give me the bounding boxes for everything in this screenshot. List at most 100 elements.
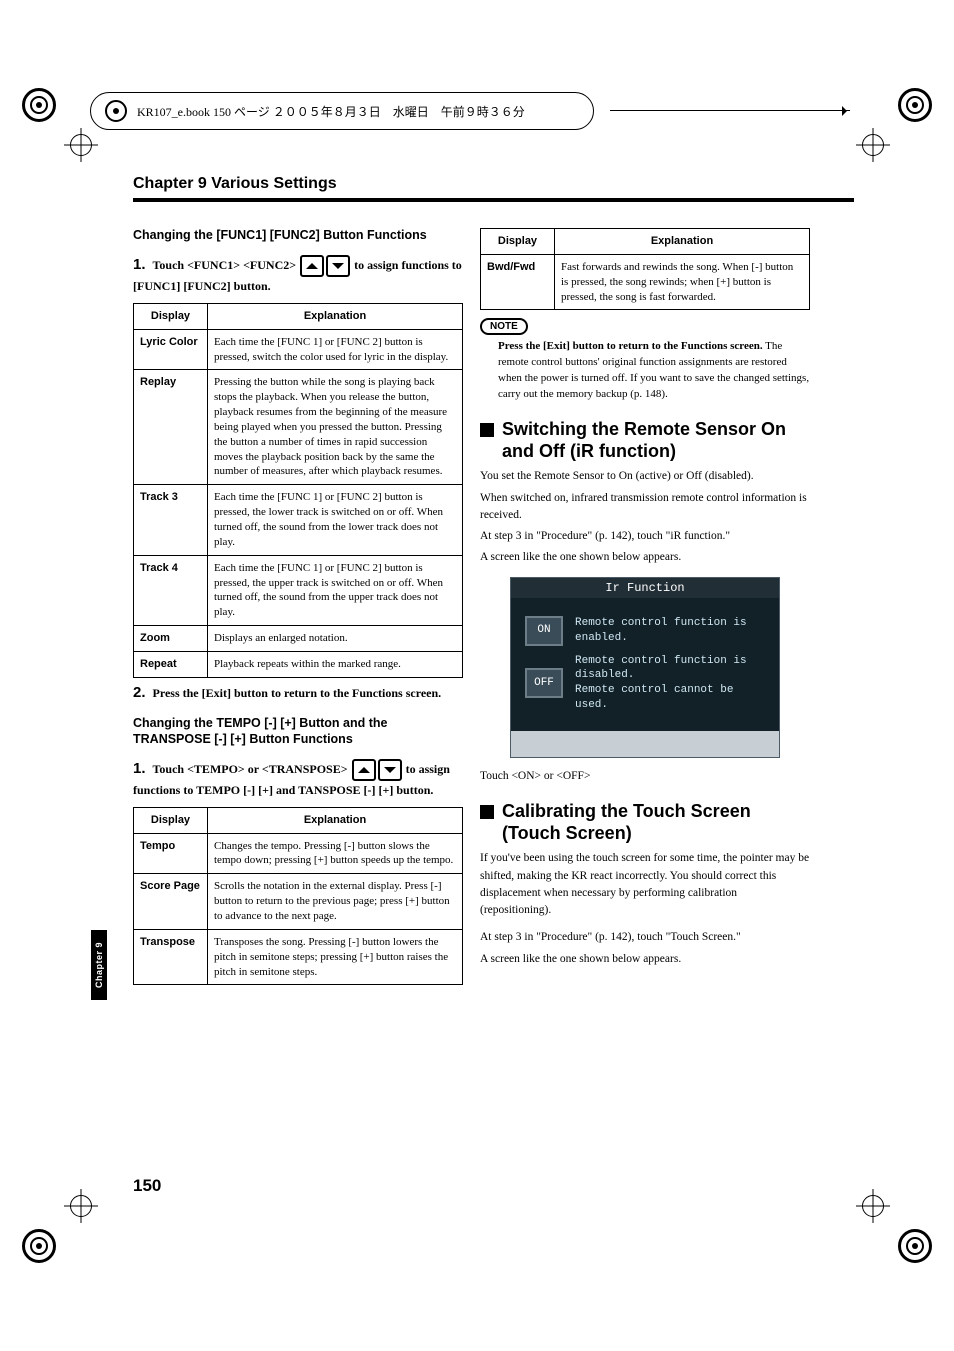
- on-button[interactable]: ON: [525, 616, 563, 646]
- cell-key: Bwd/Fwd: [481, 254, 555, 310]
- cell-key: Score Page: [134, 874, 208, 930]
- cell-val: Displays an enlarged notation.: [208, 626, 463, 652]
- step-number: 1.: [133, 256, 146, 273]
- cell-key: Track 4: [134, 555, 208, 625]
- cell-val: Playback repeats within the marked range…: [208, 651, 463, 677]
- crop-mark-icon: [856, 1189, 890, 1223]
- cell-key: Repeat: [134, 651, 208, 677]
- body-text: You set the Remote Sensor to On (active)…: [480, 468, 810, 485]
- section-touch-screen: Calibrating the Touch Screen (Touch Scre…: [480, 801, 810, 844]
- table-header-row: Display Explanation: [481, 229, 810, 255]
- square-bullet-icon: [480, 805, 494, 819]
- cell-key: Transpose: [134, 929, 208, 985]
- body-text: A screen like the one shown below appear…: [480, 951, 810, 968]
- table-header-row: Display Explanation: [134, 807, 463, 833]
- cell-val: Pressing the button while the song is pl…: [208, 370, 463, 485]
- step-text: Touch <FUNC1> <FUNC2>: [153, 258, 297, 272]
- body-text: If you've been using the touch screen fo…: [480, 850, 810, 919]
- screen-title: Ir Function: [511, 578, 779, 598]
- screen-panel: ON Remote control function is enabled. O…: [511, 598, 779, 731]
- body-text: At step 3 in "Procedure" (p. 142), touch…: [480, 929, 810, 946]
- cell-key: Replay: [134, 370, 208, 485]
- table-row: ZoomDisplays an enlarged notation.: [134, 626, 463, 652]
- section-ir-function: Switching the Remote Sensor On and Off (…: [480, 419, 810, 462]
- cell-key: Zoom: [134, 626, 208, 652]
- cell-val: Changes the tempo. Pressing [-] button s…: [208, 833, 463, 874]
- cell-key: Tempo: [134, 833, 208, 874]
- arrow-up-icon: [300, 255, 324, 277]
- cell-val: Each time the [FUNC 1] or [FUNC 2] butto…: [208, 329, 463, 370]
- screen-row-on: ON Remote control function is enabled.: [525, 616, 765, 646]
- ir-function-screen: Ir Function ON Remote control function i…: [510, 577, 780, 758]
- left-column: Changing the [FUNC1] [FUNC2] Button Func…: [133, 220, 463, 989]
- screen-row-off: OFF Remote control function is disabled.…: [525, 654, 765, 713]
- table-row: Bwd/FwdFast forwards and rewinds the son…: [481, 254, 810, 310]
- cell-val: Scrolls the notation in the external dis…: [208, 874, 463, 930]
- cell-val: Each time the [FUNC 1] or [FUNC 2] butto…: [208, 485, 463, 555]
- th-explanation: Explanation: [208, 303, 463, 329]
- table-row: TransposeTransposes the song. Pressing […: [134, 929, 463, 985]
- note-label: NOTE: [480, 318, 528, 335]
- square-bullet-icon: [480, 423, 494, 437]
- arrow-up-icon: [352, 759, 376, 781]
- chapter-rule: [133, 198, 854, 202]
- arrow-down-icon: [378, 759, 402, 781]
- body-text: At step 3 in "Procedure" (p. 142), touch…: [480, 528, 810, 545]
- cell-val: Fast forwards and rewinds the song. When…: [555, 254, 810, 310]
- cell-val: Each time the [FUNC 1] or [FUNC 2] butto…: [208, 555, 463, 625]
- header-arrow-icon: [610, 110, 850, 111]
- arrow-down-icon: [326, 255, 350, 277]
- step-2-func: 2. Press the [Exit] button to return to …: [133, 682, 463, 705]
- crop-mark-icon: [64, 128, 98, 162]
- table-header-row: Display Explanation: [134, 303, 463, 329]
- registration-mark-icon: [898, 88, 932, 122]
- table-row: Lyric ColorEach time the [FUNC 1] or [FU…: [134, 329, 463, 370]
- registration-mark-icon: [22, 1229, 56, 1263]
- prepress-header: KR107_e.book 150 ページ ２００５年８月３日 水曜日 午前９時３…: [90, 92, 594, 130]
- step-text: Touch <TEMPO> or <TRANSPOSE>: [153, 762, 348, 776]
- chapter-title: Chapter 9 Various Settings: [133, 175, 337, 193]
- table-row: RepeatPlayback repeats within the marked…: [134, 651, 463, 677]
- th-display: Display: [134, 807, 208, 833]
- table-row: Track 3Each time the [FUNC 1] or [FUNC 2…: [134, 485, 463, 555]
- table-tempo-transpose: Display Explanation TempoChanges the tem…: [133, 807, 463, 986]
- step-1-tempo: 1. Touch <TEMPO> or <TRANSPOSE> to assig…: [133, 758, 463, 799]
- table-row: Score PageScrolls the notation in the ex…: [134, 874, 463, 930]
- side-tab: Chapter 9: [91, 930, 107, 1000]
- crop-mark-icon: [856, 128, 890, 162]
- page-number: 150: [133, 1176, 161, 1196]
- off-text: Remote control function is disabled. Rem…: [575, 654, 765, 713]
- section-title: Calibrating the Touch Screen (Touch Scre…: [502, 801, 810, 844]
- note-lead: Press the [Exit] button to return to the…: [498, 340, 763, 352]
- th-display: Display: [481, 229, 555, 255]
- off-button[interactable]: OFF: [525, 668, 563, 698]
- target-icon: [105, 100, 127, 122]
- section-title: Switching the Remote Sensor On and Off (…: [502, 419, 810, 462]
- table-bwd-fwd: Display Explanation Bwd/FwdFast forwards…: [480, 228, 810, 310]
- cell-val: Transposes the song. Pressing [-] button…: [208, 929, 463, 985]
- note-body: Press the [Exit] button to return to the…: [498, 339, 810, 403]
- on-text: Remote control function is enabled.: [575, 616, 765, 646]
- step-number: 2.: [133, 684, 146, 701]
- subhead-tempo-transpose: Changing the TEMPO [-] [+] Button and th…: [133, 716, 463, 747]
- cell-key: Track 3: [134, 485, 208, 555]
- cell-key: Lyric Color: [134, 329, 208, 370]
- table-row: Track 4Each time the [FUNC 1] or [FUNC 2…: [134, 555, 463, 625]
- body-text: Touch <ON> or <OFF>: [480, 768, 810, 785]
- registration-mark-icon: [22, 88, 56, 122]
- table-row: TempoChanges the tempo. Pressing [-] but…: [134, 833, 463, 874]
- crop-mark-icon: [64, 1189, 98, 1223]
- th-explanation: Explanation: [208, 807, 463, 833]
- table-func-buttons: Display Explanation Lyric ColorEach time…: [133, 303, 463, 678]
- subhead-func-buttons: Changing the [FUNC1] [FUNC2] Button Func…: [133, 228, 463, 244]
- body-text: When switched on, infrared transmission …: [480, 490, 810, 525]
- th-explanation: Explanation: [555, 229, 810, 255]
- prepress-header-text: KR107_e.book 150 ページ ２００５年８月３日 水曜日 午前９時３…: [137, 103, 525, 120]
- step-number: 1.: [133, 760, 146, 777]
- table-row: ReplayPressing the button while the song…: [134, 370, 463, 485]
- step-text: Press the [Exit] button to return to the…: [153, 686, 442, 700]
- th-display: Display: [134, 303, 208, 329]
- screen-footer: [511, 731, 779, 757]
- step-1-func: 1. Touch <FUNC1> <FUNC2> to assign funct…: [133, 254, 463, 295]
- body-text: A screen like the one shown below appear…: [480, 549, 810, 566]
